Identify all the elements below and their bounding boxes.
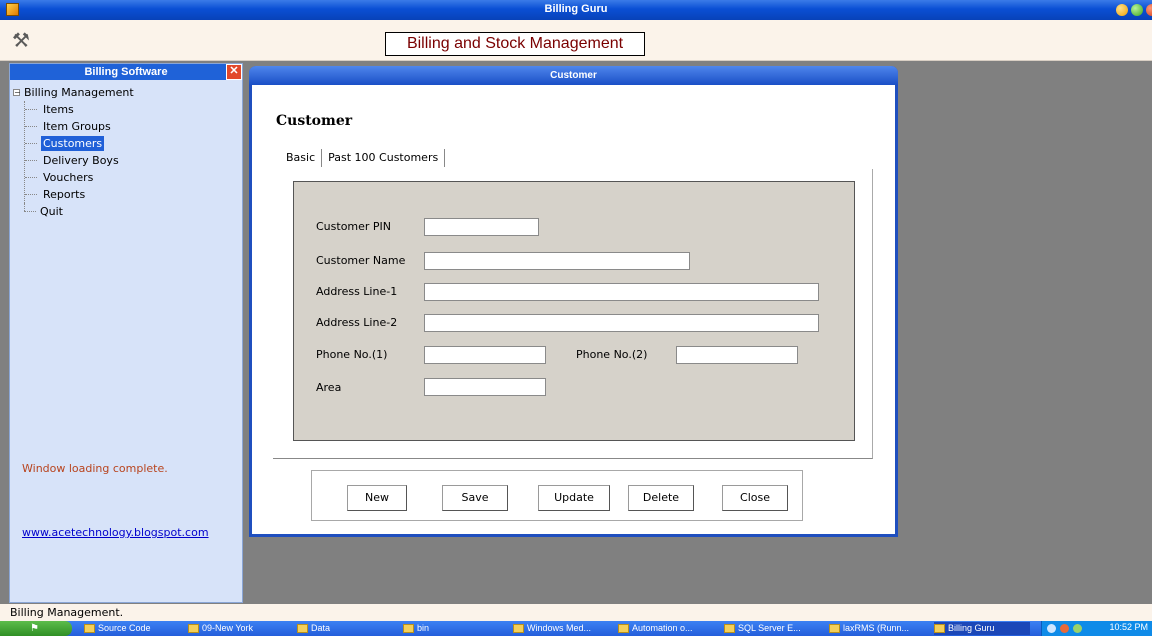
address-line-1-input[interactable] <box>424 283 819 301</box>
page-title: Customer <box>276 113 353 129</box>
taskbar-item[interactable]: Data <box>297 622 387 635</box>
website-link[interactable]: www.acetechnology.blogspot.com <box>22 526 209 539</box>
tab-past-100-customers[interactable]: Past 100 Customers <box>321 149 446 167</box>
start-button[interactable]: ⚑ <box>0 621 72 636</box>
delete-button[interactable]: Delete <box>628 485 694 511</box>
customer-window-title[interactable]: Customer <box>249 66 898 85</box>
tree-item-label: Quit <box>40 205 63 218</box>
save-button[interactable]: Save <box>442 485 508 511</box>
address-line-2-input[interactable] <box>424 314 819 332</box>
customer-name-input[interactable] <box>424 252 690 270</box>
tab-basic[interactable]: Basic <box>280 149 321 167</box>
taskbar-item-label: SQL Server E... <box>738 623 801 633</box>
area-label: Area <box>316 381 342 394</box>
toolbar: ⚒ Billing and Stock Management <box>0 20 1152 61</box>
folder-icon <box>188 624 199 633</box>
taskbar-item[interactable]: 09-New York <box>188 622 278 635</box>
tree-item-item-groups[interactable]: Item Groups <box>25 118 242 135</box>
tree-item-label: Reports <box>43 188 86 201</box>
window-title-bar[interactable]: Billing Guru <box>0 0 1152 20</box>
tab-strip: Basic Past 100 Customers <box>280 149 446 169</box>
tools-icon[interactable]: ⚒ <box>12 28 36 52</box>
tree-children: Items Item Groups Customers Delivery Boy… <box>24 101 242 203</box>
tree-item-reports[interactable]: Reports <box>25 186 242 203</box>
sidebar-header: Billing Software ✕ <box>10 64 242 80</box>
database-icon <box>724 624 735 633</box>
folder-icon <box>84 624 95 633</box>
phone-1-label: Phone No.(1) <box>316 348 388 361</box>
taskbar-item[interactable]: bin <box>403 622 493 635</box>
tree-item-label: Item Groups <box>43 120 111 133</box>
tree-item-items[interactable]: Items <box>25 101 242 118</box>
tab-panel-basic: Customer PIN Customer Name Address Line-… <box>273 169 873 459</box>
update-button[interactable]: Update <box>538 485 610 511</box>
close-button[interactable]: Close <box>722 485 788 511</box>
customer-window-body: Customer Basic Past 100 Customers Custom… <box>252 85 895 534</box>
document-icon <box>618 624 629 633</box>
tree-item-label: Delivery Boys <box>43 154 119 167</box>
customer-pin-input[interactable] <box>424 218 539 236</box>
taskbar-item-active[interactable]: Billing Guru <box>934 622 1030 635</box>
taskbar-item-label: 09-New York <box>202 623 254 633</box>
tree-root-billing-management[interactable]: − Billing Management <box>10 84 242 101</box>
sidebar: Billing Software ✕ − Billing Management … <box>9 63 243 603</box>
button-bar: New Save Update Delete Close <box>311 470 803 521</box>
app-icon <box>829 624 840 633</box>
windows-logo-icon: ⚑ <box>30 623 39 634</box>
collapse-icon[interactable]: − <box>13 89 21 97</box>
phone-2-input[interactable] <box>676 346 798 364</box>
system-tray: 10:52 PM <box>1041 621 1152 636</box>
tree-item-quit[interactable]: Quit <box>24 203 242 220</box>
nav-tree: − Billing Management Items Item Groups C… <box>10 80 242 220</box>
loading-status-text: Window loading complete. <box>22 462 168 475</box>
taskbar-item[interactable]: Windows Med... <box>513 622 606 635</box>
sidebar-close-icon[interactable]: ✕ <box>226 64 242 80</box>
taskbar-item-label: Data <box>311 623 331 633</box>
close-window-button[interactable] <box>1146 4 1152 16</box>
tree-item-customers[interactable]: Customers <box>25 135 242 152</box>
taskbar-item-label: Source Code <box>98 623 151 633</box>
tree-item-label: Vouchers <box>43 171 94 184</box>
volume-icon[interactable] <box>1073 624 1082 633</box>
new-button[interactable]: New <box>347 485 407 511</box>
tree-item-vouchers[interactable]: Vouchers <box>25 169 242 186</box>
taskbar-item-label: Windows Med... <box>527 623 592 633</box>
taskbar-item-label: Billing Guru <box>948 623 995 633</box>
area-input[interactable] <box>424 378 546 396</box>
phone-2-label: Phone No.(2) <box>576 348 648 361</box>
taskbar-item[interactable]: Source Code <box>84 622 174 635</box>
taskbar: ⚑ Source Code 09-New York Data bin Windo… <box>0 621 1152 636</box>
taskbar-item-label: laxRMS (Runn... <box>843 623 910 633</box>
customer-window: Customer Customer Basic Past 100 Custome… <box>249 66 898 537</box>
antivirus-icon[interactable] <box>1060 624 1069 633</box>
tree-root-label: Billing Management <box>24 86 134 99</box>
taskbar-item-label: bin <box>417 623 430 633</box>
minimize-button[interactable] <box>1116 4 1128 16</box>
app-icon <box>934 624 945 633</box>
taskbar-item-label: Automation o... <box>632 623 693 633</box>
taskbar-clock: 10:52 PM <box>1109 622 1148 632</box>
status-bar: Billing Management. <box>0 604 1152 621</box>
taskbar-item[interactable]: Automation o... <box>618 622 711 635</box>
taskbar-item[interactable]: SQL Server E... <box>724 622 817 635</box>
taskbar-item[interactable]: laxRMS (Runn... <box>829 622 922 635</box>
sidebar-title: Billing Software <box>84 66 168 78</box>
maximize-button[interactable] <box>1131 4 1143 16</box>
tree-item-label: Customers <box>41 136 105 151</box>
tree-item-delivery-boys[interactable]: Delivery Boys <box>25 152 242 169</box>
customer-form: Customer PIN Customer Name Address Line-… <box>293 181 855 441</box>
network-icon[interactable] <box>1047 624 1056 633</box>
folder-icon <box>297 624 308 633</box>
media-player-icon <box>513 624 524 633</box>
address-line-1-label: Address Line-1 <box>316 285 398 298</box>
tree-item-label: Items <box>43 103 74 116</box>
folder-icon <box>403 624 414 633</box>
customer-pin-label: Customer PIN <box>316 220 392 233</box>
address-line-2-label: Address Line-2 <box>316 316 398 329</box>
window-title: Billing Guru <box>544 3 608 15</box>
app-banner: Billing and Stock Management <box>385 32 645 56</box>
customer-name-label: Customer Name <box>316 254 406 267</box>
phone-1-input[interactable] <box>424 346 546 364</box>
